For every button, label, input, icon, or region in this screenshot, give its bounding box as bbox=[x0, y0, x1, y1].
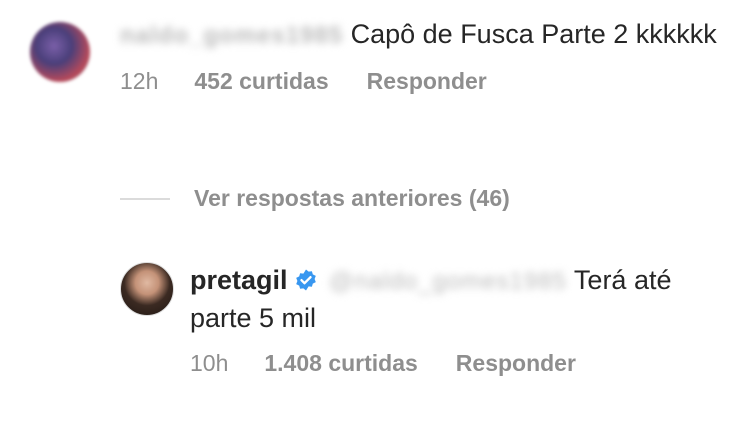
timestamp: 10h bbox=[190, 350, 229, 376]
divider bbox=[120, 197, 170, 200]
comment-body: naldo_gomes1985 Capô de Fusca Parte 2 kk… bbox=[120, 16, 717, 95]
comment-body: pretagil @naldo_gomes1985 Terá até parte… bbox=[190, 262, 730, 377]
comment-meta: 10h 1.408 curtidas Responder bbox=[190, 350, 730, 377]
avatar[interactable] bbox=[30, 22, 90, 82]
view-previous-replies[interactable]: Ver respostas anteriores (46) bbox=[120, 185, 510, 212]
verified-badge-icon bbox=[295, 269, 316, 291]
avatar[interactable] bbox=[120, 262, 174, 316]
comment-text: Capô de Fusca Parte 2 kkkkkk bbox=[350, 19, 717, 49]
comment-text-block: pretagil @naldo_gomes1985 Terá até parte… bbox=[190, 262, 730, 336]
reply-button[interactable]: Responder bbox=[456, 350, 576, 377]
username[interactable]: pretagil bbox=[190, 265, 288, 295]
comment-meta: 12h 452 curtidas Responder bbox=[120, 68, 717, 95]
timestamp: 12h bbox=[120, 68, 159, 94]
reply-comment: pretagil @naldo_gomes1985 Terá até parte… bbox=[120, 262, 730, 377]
likes-count[interactable]: 452 curtidas bbox=[194, 68, 328, 95]
username-blurred[interactable]: naldo_gomes1985 bbox=[120, 18, 343, 54]
comment: naldo_gomes1985 Capô de Fusca Parte 2 kk… bbox=[30, 16, 730, 95]
likes-count[interactable]: 1.408 curtidas bbox=[264, 350, 417, 377]
view-replies-label[interactable]: Ver respostas anteriores (46) bbox=[194, 185, 510, 212]
comment-text-block: naldo_gomes1985 Capô de Fusca Parte 2 kk… bbox=[120, 16, 717, 54]
mention-blurred[interactable]: @naldo_gomes1985 bbox=[329, 264, 567, 300]
reply-button[interactable]: Responder bbox=[367, 68, 487, 95]
